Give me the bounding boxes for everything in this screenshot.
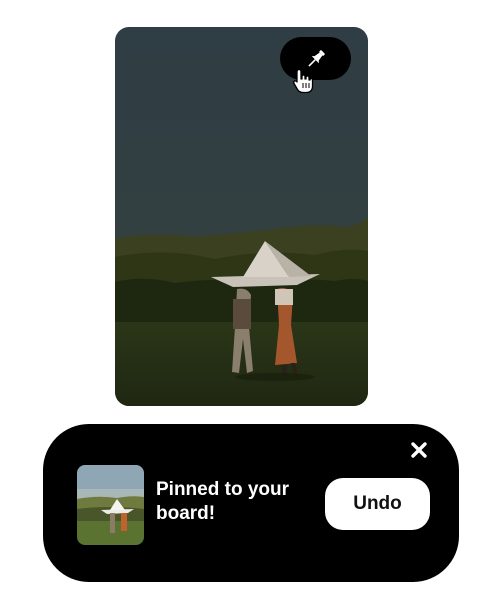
toast-close-button[interactable] — [409, 440, 429, 460]
pinned-thumbnail — [77, 465, 144, 545]
paper-boat-thumbnail — [77, 465, 144, 545]
pinned-toast: Pinned to your board! Undo — [43, 424, 459, 582]
pushpin-icon — [307, 49, 325, 67]
close-icon — [411, 442, 427, 458]
pin-photo — [115, 27, 368, 406]
undo-button[interactable]: Undo — [325, 478, 430, 530]
toast-message: Pinned to your board! — [156, 479, 289, 524]
pin-card[interactable] — [115, 27, 368, 406]
hand-pointer-icon — [293, 68, 314, 94]
stage: Pinned to your board! Undo — [0, 0, 502, 607]
pin-button[interactable] — [280, 37, 351, 80]
